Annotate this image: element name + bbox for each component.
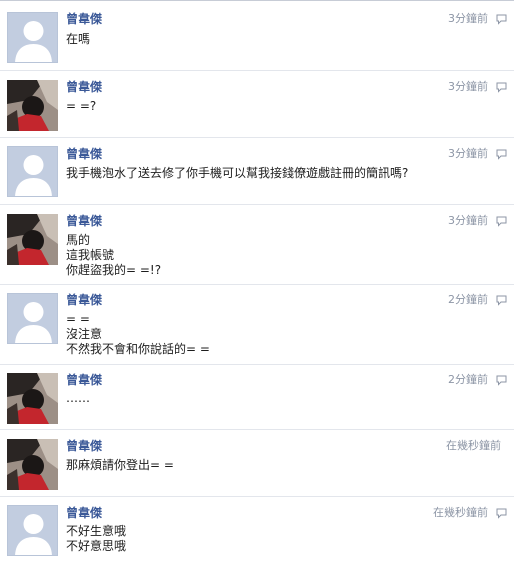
message-body: 在嗎 — [66, 32, 466, 47]
message-item: 曾韋傑 馬的 這我帳號 你趕盜我的= =!? 3分鐘前 — [0, 205, 514, 285]
profile-photo[interactable] — [7, 373, 58, 424]
default-profile-icon[interactable] — [7, 146, 58, 197]
message-body: = =? — [66, 99, 466, 114]
sender-name[interactable]: 曾韋傑 — [66, 214, 102, 228]
speech-bubble-icon[interactable] — [495, 148, 508, 161]
message-line: 那麻煩請你登出= = — [66, 458, 174, 472]
timestamp: 2分鐘前 — [448, 373, 488, 386]
message-line: …… — [66, 391, 90, 405]
message-body: 馬的 這我帳號 你趕盜我的= =!? — [66, 233, 466, 278]
message-line: = =? — [66, 99, 97, 113]
message-item: 曾韋傑 不好生意哦 不好意思哦 在幾秒鐘前 — [0, 497, 514, 583]
message-item: 曾韋傑 …… 2分鐘前 — [0, 365, 514, 430]
speech-bubble-icon[interactable] — [495, 374, 508, 387]
sender-name[interactable]: 曾韋傑 — [66, 373, 102, 387]
message-item: 曾韋傑 那麻煩請你登出= = 在幾秒鐘前 — [0, 430, 514, 497]
default-profile-icon[interactable] — [7, 505, 58, 556]
speech-bubble-icon[interactable] — [495, 81, 508, 94]
message-line: 不好意思哦 — [66, 539, 127, 553]
sender-name[interactable]: 曾韋傑 — [66, 506, 102, 520]
message-body: 那麻煩請你登出= = — [66, 458, 466, 473]
speech-bubble-icon[interactable] — [495, 507, 508, 520]
message-item: 曾韋傑 在嗎 3分鐘前 — [0, 0, 514, 71]
timestamp: 3分鐘前 — [448, 12, 488, 25]
sender-name[interactable]: 曾韋傑 — [66, 439, 102, 453]
profile-photo[interactable] — [7, 439, 58, 490]
sender-name[interactable]: 曾韋傑 — [66, 80, 102, 94]
message-item: 曾韋傑 = =? 3分鐘前 — [0, 71, 514, 138]
message-line: = = — [66, 312, 90, 326]
message-item: 曾韋傑 我手機泡水了送去修了你手機可以幫我接錢僚遊戲註冊的簡訊嗎? 3分鐘前 — [0, 138, 514, 205]
profile-photo[interactable] — [7, 214, 58, 265]
message-line: 不然我不會和你說話的= = — [66, 342, 210, 356]
message-line: 這我帳號 — [66, 248, 115, 262]
timestamp: 2分鐘前 — [448, 293, 488, 306]
speech-bubble-icon[interactable] — [495, 294, 508, 307]
message-item: 曾韋傑 = = 沒注意 不然我不會和你說話的= = 2分鐘前 — [0, 285, 514, 365]
timestamp: 3分鐘前 — [448, 214, 488, 227]
message-line: 沒注意 — [66, 327, 103, 341]
speech-bubble-icon[interactable] — [495, 13, 508, 26]
speech-bubble-icon[interactable] — [495, 215, 508, 228]
message-line: 不好生意哦 — [66, 524, 127, 538]
message-body: 不好生意哦 不好意思哦 — [66, 524, 466, 554]
message-body: 我手機泡水了送去修了你手機可以幫我接錢僚遊戲註冊的簡訊嗎? — [66, 166, 466, 181]
message-body: = = 沒注意 不然我不會和你說話的= = — [66, 312, 466, 357]
message-line: 你趕盜我的= =!? — [66, 263, 162, 277]
message-line: 馬的 — [66, 233, 91, 247]
sender-name[interactable]: 曾韋傑 — [66, 293, 102, 307]
timestamp: 在幾秒鐘前 — [446, 439, 501, 452]
profile-photo[interactable] — [7, 80, 58, 131]
default-profile-icon[interactable] — [7, 293, 58, 344]
timestamp: 3分鐘前 — [448, 147, 488, 160]
message-line: 在嗎 — [66, 32, 91, 46]
message-body: …… — [66, 391, 466, 406]
sender-name[interactable]: 曾韋傑 — [66, 12, 102, 26]
sender-name[interactable]: 曾韋傑 — [66, 147, 102, 161]
timestamp: 3分鐘前 — [448, 80, 488, 93]
timestamp: 在幾秒鐘前 — [433, 506, 488, 519]
message-line: 我手機泡水了送去修了你手機可以幫我接錢僚遊戲註冊的簡訊嗎? — [66, 166, 409, 180]
message-thread: 曾韋傑 在嗎 3分鐘前 曾韋傑 = =? 3分鐘前 曾韋傑 我手機泡水了送去修了… — [0, 0, 514, 583]
default-profile-icon[interactable] — [7, 12, 58, 63]
